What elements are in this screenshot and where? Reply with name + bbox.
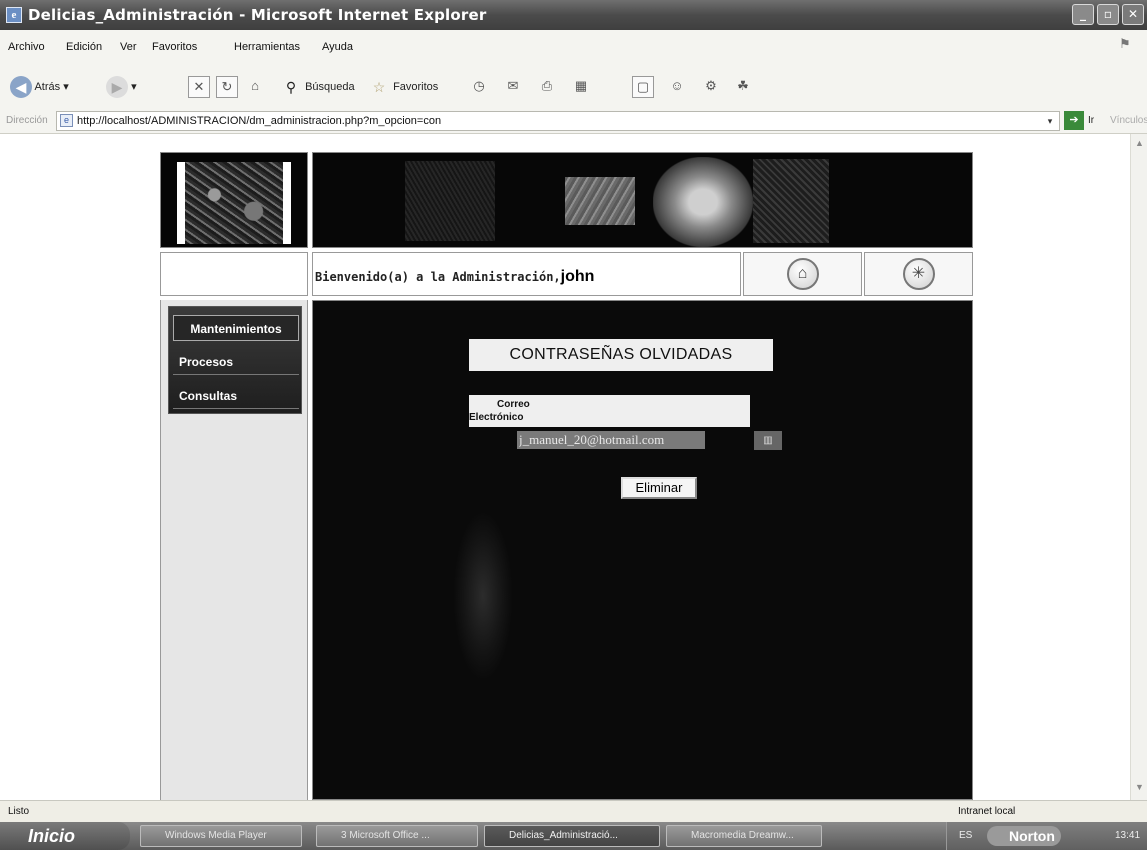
taskbar-item[interactable]: 3 Microsoft Office ...	[316, 825, 478, 847]
home-icon[interactable]: ⌂	[244, 76, 266, 98]
email-label-line2: Electrónico	[469, 412, 524, 423]
welcome-message: Bienvenido(a) a la Administración,john	[315, 268, 594, 286]
favorites-button[interactable]: ☆ Favoritos	[368, 76, 439, 98]
sidebar-item-procesos[interactable]: Procesos	[173, 349, 299, 375]
start-button[interactable]: Inicio	[0, 822, 130, 850]
chevron-down-icon[interactable]: ▾	[1043, 114, 1057, 128]
discuss-icon[interactable]: ▢	[632, 76, 654, 98]
select-icon[interactable]: ▥	[754, 431, 782, 450]
mail-icon[interactable]: ✉	[502, 76, 524, 98]
scroll-up-icon[interactable]: ▲	[1133, 138, 1146, 152]
header-banner	[312, 152, 973, 248]
logout-cell: ✳	[864, 252, 973, 296]
go-arrow-icon[interactable]: ➔	[1064, 111, 1084, 130]
home-cell: ⌂	[743, 252, 862, 296]
email-label-line1: Correo	[497, 399, 530, 410]
menu-ayuda[interactable]: Ayuda	[322, 41, 353, 53]
email-field[interactable]	[517, 431, 705, 449]
links-button[interactable]: Vínculos	[1110, 115, 1147, 126]
sidebar-item-consultas[interactable]: Consultas	[173, 383, 299, 409]
security-zone: Intranet local	[958, 806, 1016, 817]
welcome-bar: Bienvenido(a) a la Administración,john	[312, 252, 741, 296]
sidebar: Mantenimientos Procesos Consultas	[160, 300, 308, 800]
background-glow	[453, 511, 513, 681]
norton-icon[interactable]: Norton	[987, 826, 1061, 846]
chevron-down-icon: ▾	[63, 80, 69, 93]
header-logo-cell	[160, 152, 308, 248]
close-button[interactable]: ✕	[1122, 4, 1144, 25]
sidebar-item-mantenimientos[interactable]: Mantenimientos	[173, 315, 299, 341]
forward-arrow-icon: ▶	[106, 76, 128, 98]
taskbar-item[interactable]: Delicias_Administració...	[484, 825, 660, 847]
address-bar: Dirección e http://localhost/ADMINISTRAC…	[0, 108, 1147, 134]
search-label: Búsqueda	[305, 80, 355, 93]
window-title: Delicias_Administración - Microsoft Inte…	[28, 6, 487, 24]
star-icon: ☆	[372, 79, 386, 95]
vertical-scrollbar[interactable]: ▲ ▼	[1130, 134, 1147, 800]
minimize-button[interactable]: _	[1072, 4, 1094, 25]
address-label: Dirección	[6, 115, 48, 126]
menu-bar: Archivo Edición Ver Favoritos Herramient…	[0, 30, 1147, 62]
email-label: Correo Electrónico	[469, 395, 750, 427]
forward-button[interactable]: ▶ ▾	[106, 76, 137, 98]
people-icon[interactable]: ☘	[732, 76, 754, 98]
back-label: Atrás	[34, 80, 61, 93]
research-icon[interactable]: ⚙	[700, 76, 722, 98]
form-title: CONTRASEÑAS OLVIDADAS	[469, 339, 773, 371]
page-icon: e	[60, 114, 73, 127]
username: john	[560, 268, 595, 285]
menu-archivo[interactable]: Archivo	[8, 41, 45, 53]
address-url: http://localhost/ADMINISTRACION/dm_admin…	[77, 115, 442, 127]
search-button[interactable]: ⚲ Búsqueda	[280, 76, 355, 98]
menu-herramientas[interactable]: Herramientas	[234, 41, 300, 53]
banner-texture	[405, 161, 495, 241]
favorites-label: Favoritos	[393, 80, 439, 93]
home-icon[interactable]: ⌂	[786, 258, 819, 290]
language-indicator[interactable]: ES	[959, 830, 972, 841]
status-bar: Listo Intranet local	[0, 800, 1147, 822]
window-title-bar[interactable]: e Delicias_Administración - Microsoft In…	[0, 0, 1147, 30]
scroll-down-icon[interactable]: ▼	[1133, 782, 1146, 796]
ie-icon: e	[6, 7, 22, 23]
logout-icon[interactable]: ✳	[902, 258, 935, 290]
stop-icon[interactable]: ✕	[188, 76, 210, 98]
header-blank-cell	[160, 252, 308, 296]
system-tray: ES Norton 13:41	[946, 822, 1147, 850]
clock: 13:41	[1115, 830, 1141, 841]
back-button[interactable]: ◀ Atrás ▾	[10, 76, 69, 98]
status-text: Listo	[8, 806, 30, 817]
history-icon[interactable]: ◷	[468, 76, 490, 98]
menu-favoritos[interactable]: Favoritos	[152, 41, 197, 53]
toolbar: ◀ Atrás ▾ ▶ ▾ ✕ ↻ ⌂ ⚲ Búsqueda ☆ Favorit…	[0, 62, 1147, 108]
edit-icon[interactable]: ▦	[570, 76, 592, 98]
delete-button[interactable]: Eliminar	[621, 477, 697, 499]
print-icon[interactable]: ⎙	[536, 76, 558, 98]
chevron-down-icon: ▾	[131, 80, 137, 93]
welcome-text: Bienvenido(a) a la Administración,	[315, 270, 561, 284]
back-arrow-icon: ◀	[10, 76, 32, 98]
banner-texture	[753, 159, 829, 243]
main-panel: CONTRASEÑAS OLVIDADAS Correo Electrónico…	[312, 300, 973, 800]
maximize-button[interactable]: ▫	[1097, 4, 1119, 25]
messenger-icon[interactable]: ☺	[666, 76, 688, 98]
search-icon: ⚲	[285, 79, 297, 95]
menu-edicion[interactable]: Edición	[66, 41, 102, 53]
sidebar-menu: Mantenimientos Procesos Consultas	[168, 306, 302, 414]
header-image	[177, 162, 291, 244]
banner-texture	[565, 177, 635, 225]
windows-flag-icon: ⚑	[1119, 36, 1131, 51]
address-input[interactable]: e http://localhost/ADMINISTRACION/dm_adm…	[56, 111, 1060, 131]
banner-texture	[653, 157, 753, 247]
taskbar-item[interactable]: Windows Media Player	[140, 825, 302, 847]
go-button[interactable]: Ir	[1088, 115, 1094, 126]
taskbar-item[interactable]: Macromedia Dreamw...	[666, 825, 822, 847]
menu-ver[interactable]: Ver	[120, 41, 137, 53]
refresh-icon[interactable]: ↻	[216, 76, 238, 98]
taskbar: Inicio Windows Media Player 3 Microsoft …	[0, 822, 1147, 850]
